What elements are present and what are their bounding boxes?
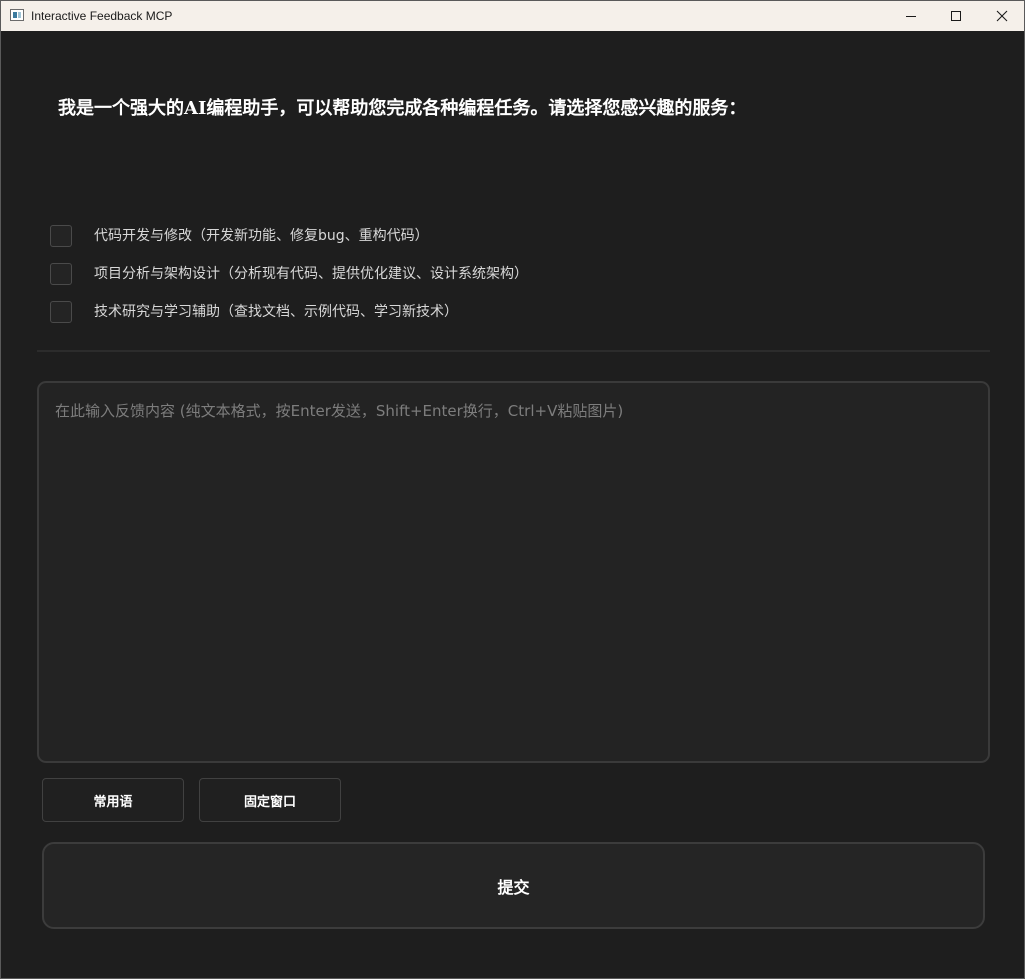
option-code-development[interactable]: 代码开发与修改（开发新功能、修复bug、重构代码） bbox=[50, 224, 429, 248]
option-label: 代码开发与修改（开发新功能、修复bug、重构代码） bbox=[94, 228, 429, 244]
title-bar[interactable]: Interactive Feedback MCP bbox=[1, 1, 1024, 31]
checkbox[interactable] bbox=[50, 263, 72, 285]
option-project-analysis[interactable]: 项目分析与架构设计（分析现有代码、提供优化建议、设计系统架构） bbox=[50, 262, 528, 286]
main-content: 我是一个强大的AI编程助手，可以帮助您完成各种编程任务。请选择您感兴趣的服务： … bbox=[1, 31, 1024, 978]
option-tech-research[interactable]: 技术研究与学习辅助（查找文档、示例代码、学习新技术） bbox=[50, 300, 458, 324]
app-window: Interactive Feedback MCP 我是一个强大的AI编程助手，可… bbox=[0, 0, 1025, 979]
close-button[interactable] bbox=[979, 1, 1024, 31]
option-label: 技术研究与学习辅助（查找文档、示例代码、学习新技术） bbox=[94, 304, 458, 320]
divider bbox=[37, 350, 990, 352]
app-icon bbox=[10, 9, 24, 21]
maximize-button[interactable] bbox=[933, 1, 979, 31]
feedback-input[interactable] bbox=[37, 381, 990, 763]
checkbox[interactable] bbox=[50, 225, 72, 247]
option-label: 项目分析与架构设计（分析现有代码、提供优化建议、设计系统架构） bbox=[94, 266, 528, 282]
checkbox[interactable] bbox=[50, 301, 72, 323]
minimize-button[interactable] bbox=[888, 1, 934, 31]
minimize-icon bbox=[906, 16, 916, 17]
common-phrases-button[interactable]: 常用语 bbox=[42, 778, 184, 822]
pin-window-button[interactable]: 固定窗口 bbox=[199, 778, 341, 822]
submit-button[interactable]: 提交 bbox=[42, 842, 985, 929]
close-icon bbox=[996, 10, 1008, 22]
prompt-text: 我是一个强大的AI编程助手，可以帮助您完成各种编程任务。请选择您感兴趣的服务： bbox=[58, 98, 747, 119]
maximize-icon bbox=[951, 11, 961, 21]
window-title: Interactive Feedback MCP bbox=[31, 9, 173, 23]
